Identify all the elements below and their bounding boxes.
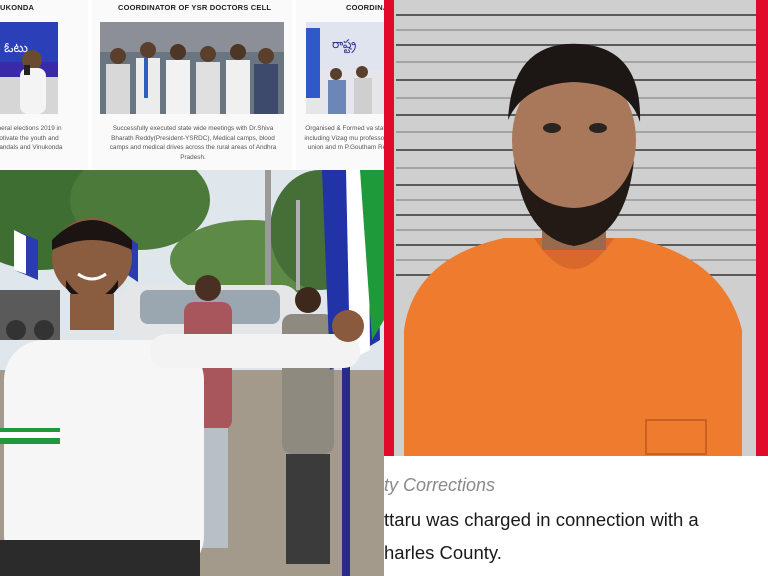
card-description: Successfully executed state wide meeting… — [109, 125, 277, 161]
card-ysr-doctors-cell: COORDINATOR OF YSR DOCTORS CELL Successf… — [92, 0, 292, 170]
card-title: UKONDA — [0, 3, 35, 12]
card-photo-speaker: ఓటు — [0, 22, 58, 114]
news-text-line: ttaru was charged in connection with a — [384, 509, 699, 530]
news-section-label: ty Corrections — [384, 475, 496, 495]
frame-border — [384, 0, 394, 456]
news-caption: ty Corrections ttaru was charged in conn… — [384, 456, 768, 576]
card-description: eneral elections 2019 in Motivate the yo… — [0, 125, 63, 151]
card-title: COORDINATOR OF YSR DOCTORS CELL — [118, 3, 272, 12]
card-photo-group — [100, 22, 284, 114]
card-description: Organised & Formed va state including Vi… — [304, 125, 384, 151]
photo-collage: UKONDA ఓటు eneral elections 2019 in Moti… — [0, 0, 768, 576]
card-title: COORDINA — [346, 3, 384, 12]
website-card-strip: UKONDA ఓటు eneral elections 2019 in Moti… — [0, 0, 384, 170]
news-text-line: harles County. — [384, 542, 502, 563]
card-vinukonda: UKONDA ఓటు eneral elections 2019 in Moti… — [0, 0, 88, 170]
mugshot-photo — [384, 0, 768, 456]
card-coordinator-vizag: COORDINA రాష్ట్ర Organised & Formed va s… — [296, 0, 384, 170]
rally-photo — [0, 170, 384, 576]
card-photo-meeting: రాష్ట్ర — [306, 22, 384, 114]
